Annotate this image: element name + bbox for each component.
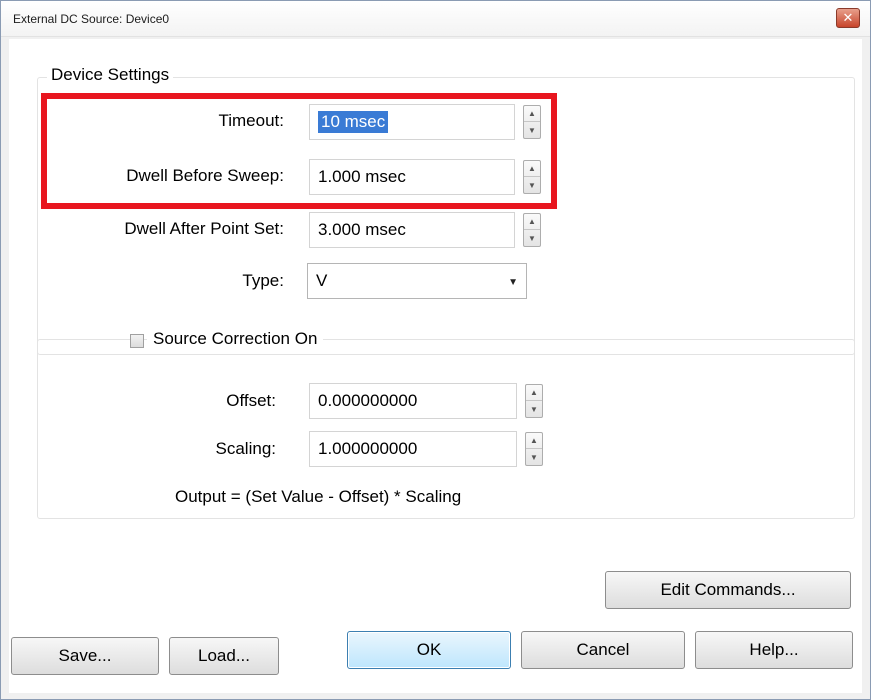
source-correction-label[interactable]: Source Correction On <box>147 329 324 349</box>
dwell-before-sweep-spinner[interactable]: ▲ ▼ <box>523 160 541 194</box>
timeout-spinner[interactable]: ▲ ▼ <box>523 105 541 139</box>
window-title: External DC Source: Device0 <box>13 12 170 26</box>
spin-down-icon[interactable]: ▼ <box>524 122 540 138</box>
chevron-down-icon: ▼ <box>508 277 518 288</box>
offset-value: 0.000000000 <box>318 391 418 410</box>
dialog-client-area: Device Settings Timeout: 10 msec ▲ ▼ Dwe… <box>9 39 862 693</box>
spin-down-icon[interactable]: ▼ <box>526 449 542 465</box>
dwell-after-point-set-value: 3.000 msec <box>318 220 406 239</box>
dwell-after-point-set-spinner[interactable]: ▲ ▼ <box>523 213 541 247</box>
spin-up-icon[interactable]: ▲ <box>524 214 540 230</box>
load-button[interactable]: Load... <box>169 637 279 675</box>
close-icon: ✕ <box>842 10 854 25</box>
dwell-after-point-set-field[interactable]: 3.000 msec <box>309 212 515 248</box>
timeout-label: Timeout: <box>218 111 284 130</box>
spin-up-icon[interactable]: ▲ <box>526 433 542 449</box>
spin-down-icon[interactable]: ▼ <box>524 230 540 246</box>
dwell-before-sweep-label: Dwell Before Sweep: <box>126 166 284 185</box>
offset-label: Offset: <box>226 391 276 410</box>
help-button[interactable]: Help... <box>695 631 853 669</box>
spin-up-icon[interactable]: ▲ <box>526 385 542 401</box>
dwell-after-point-set-label: Dwell After Point Set: <box>124 219 284 238</box>
dialog-window: External DC Source: Device0 ✕ Device Set… <box>0 0 871 700</box>
ok-button[interactable]: OK <box>347 631 511 669</box>
dwell-before-sweep-field[interactable]: 1.000 msec <box>309 159 515 195</box>
scaling-field[interactable]: 1.000000000 <box>309 431 517 467</box>
timeout-value: 10 msec <box>318 111 389 133</box>
type-label: Type: <box>242 271 284 290</box>
save-button[interactable]: Save... <box>11 637 159 675</box>
offset-field[interactable]: 0.000000000 <box>309 383 517 419</box>
spin-up-icon[interactable]: ▲ <box>524 106 540 122</box>
dwell-before-sweep-value: 1.000 msec <box>318 167 406 186</box>
timeout-field[interactable]: 10 msec <box>309 104 515 140</box>
spin-down-icon[interactable]: ▼ <box>524 177 540 193</box>
device-settings-legend: Device Settings <box>47 65 174 85</box>
scaling-value: 1.000000000 <box>318 439 418 458</box>
edit-commands-button[interactable]: Edit Commands... <box>605 571 851 609</box>
offset-spinner[interactable]: ▲ ▼ <box>525 384 543 418</box>
type-select[interactable]: V ▼ <box>307 263 527 299</box>
source-correction-checkbox[interactable] <box>130 334 144 348</box>
title-bar[interactable]: External DC Source: Device0 ✕ <box>1 1 870 37</box>
scaling-spinner[interactable]: ▲ ▼ <box>525 432 543 466</box>
spin-down-icon[interactable]: ▼ <box>526 401 542 417</box>
close-button[interactable]: ✕ <box>836 8 860 28</box>
output-formula: Output = (Set Value - Offset) * Scaling <box>175 487 462 506</box>
spin-up-icon[interactable]: ▲ <box>524 161 540 177</box>
type-value: V <box>316 271 328 290</box>
cancel-button[interactable]: Cancel <box>521 631 685 669</box>
scaling-label: Scaling: <box>215 439 276 458</box>
